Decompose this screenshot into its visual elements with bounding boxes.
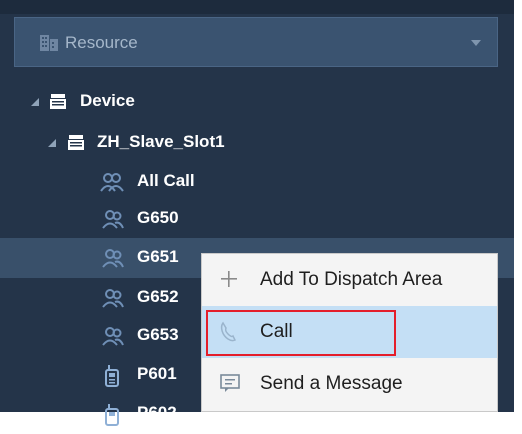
- message-icon: [220, 374, 240, 392]
- tree-item-label: G650: [137, 208, 179, 227]
- group-icon: [102, 327, 124, 346]
- context-menu: Add To Dispatch Area Call Send a Message: [201, 253, 498, 412]
- chevron-down-icon: [471, 40, 481, 46]
- device-icon: [50, 94, 66, 109]
- right-edge: [514, 0, 522, 412]
- tree-item-label: G653: [137, 325, 179, 344]
- tree-item-label: All Call: [137, 171, 195, 190]
- resource-dropdown-label: Resource: [65, 33, 138, 52]
- tree-node-label: ZH_Slave_Slot1: [97, 132, 225, 151]
- plus-icon: [221, 271, 237, 287]
- tree-item-g650[interactable]: G650: [0, 199, 514, 239]
- radio-icon: [105, 404, 119, 426]
- resource-dropdown[interactable]: Resource: [14, 17, 498, 67]
- tree-node-label: Device: [80, 91, 135, 110]
- top-strip: [0, 0, 514, 14]
- collapse-triangle-icon[interactable]: [31, 98, 39, 106]
- tree-item-label: P602: [137, 403, 177, 422]
- group-call-icon: [100, 173, 124, 192]
- menu-item-send-a-message[interactable]: Send a Message: [202, 358, 497, 410]
- menu-item-label: Send a Message: [260, 373, 403, 394]
- menu-item-call[interactable]: Call: [202, 306, 497, 358]
- menu-item-add-to-dispatch-area[interactable]: Add To Dispatch Area: [202, 254, 497, 306]
- tree-item-label: G651: [137, 247, 179, 266]
- menu-item-label: Add To Dispatch Area: [260, 269, 443, 290]
- radio-icon: [105, 365, 119, 387]
- group-icon: [102, 210, 124, 229]
- tree-item-label: G652: [137, 287, 179, 306]
- building-icon: [40, 35, 58, 51]
- collapse-triangle-icon[interactable]: [48, 139, 56, 147]
- group-icon: [102, 289, 124, 308]
- group-icon: [102, 249, 124, 268]
- tree-item-all-call[interactable]: All Call: [0, 162, 514, 202]
- tree-node-device[interactable]: Device: [0, 82, 514, 122]
- highlight-callout-box: [206, 310, 396, 356]
- tree-node-slot[interactable]: ZH_Slave_Slot1: [0, 123, 514, 163]
- tree-item-label: P601: [137, 364, 177, 383]
- device-icon: [68, 135, 84, 150]
